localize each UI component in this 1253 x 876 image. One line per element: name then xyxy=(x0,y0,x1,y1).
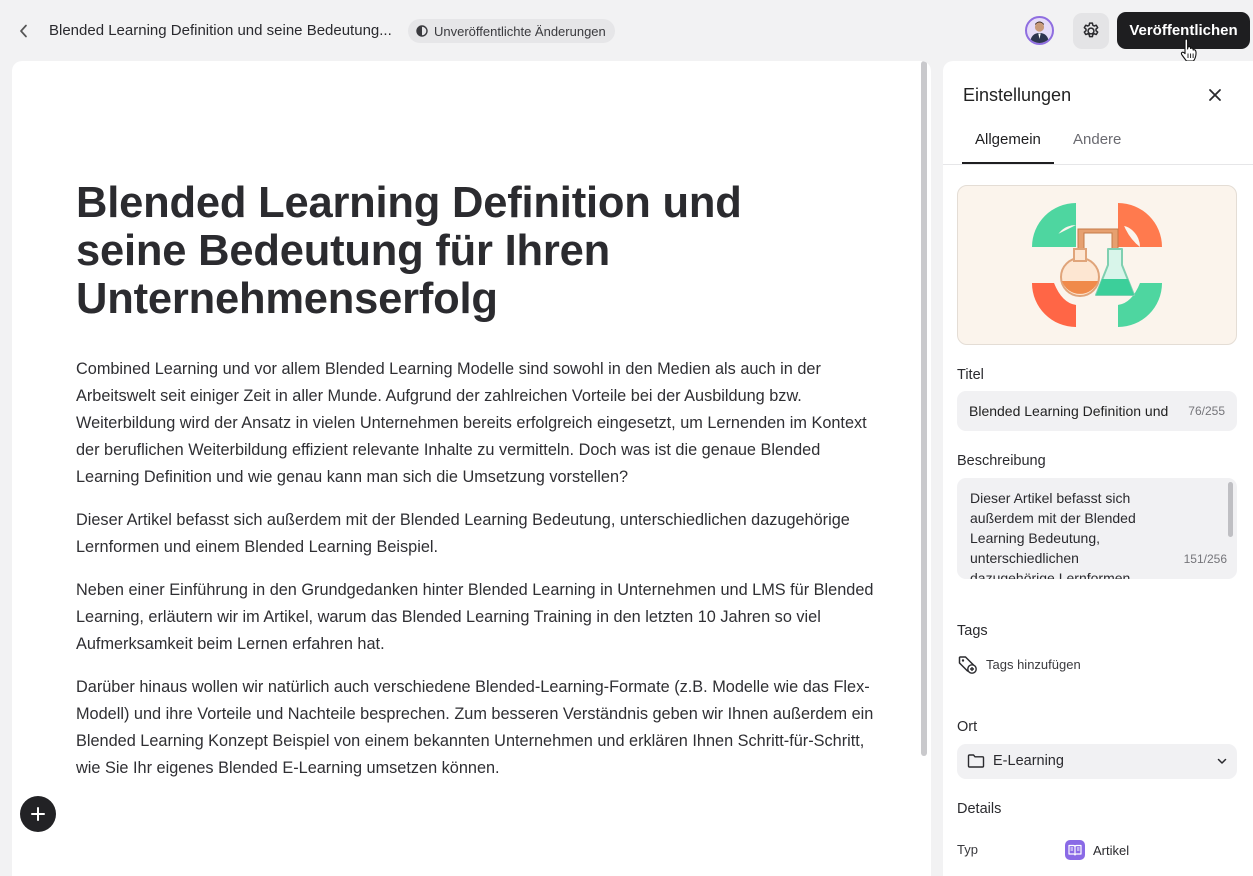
status-text: Unveröffentlichte Änderungen xyxy=(434,23,606,39)
title-char-count: 76/255 xyxy=(1188,404,1225,418)
close-button[interactable] xyxy=(1205,85,1225,105)
location-select[interactable]: E-Learning xyxy=(957,744,1237,779)
chevron-left-icon xyxy=(20,24,27,38)
paragraph[interactable]: Dieser Artikel befasst sich außerdem mit… xyxy=(76,507,876,561)
settings-panel: Einstellungen Allgemein Andere Titel Ble… xyxy=(943,61,1253,876)
description-label: Beschreibung xyxy=(957,453,1046,469)
add-block-button[interactable] xyxy=(20,796,56,832)
back-button[interactable] xyxy=(12,18,36,44)
location-value: E-Learning xyxy=(993,753,1064,769)
type-label: Typ xyxy=(957,842,978,857)
cover-image[interactable] xyxy=(957,185,1237,345)
tab-other[interactable]: Andere xyxy=(1073,131,1121,148)
chevron-down-icon xyxy=(1217,758,1227,764)
paragraph[interactable]: Neben einer Einführung in den Grundgedan… xyxy=(76,577,876,658)
title-field-value[interactable]: Blended Learning Definition und seine Be… xyxy=(969,403,1169,419)
paragraph[interactable]: Combined Learning und vor allem Blended … xyxy=(76,356,876,491)
description-field-value[interactable]: Dieser Artikel befasst sich außerdem mit… xyxy=(970,488,1150,579)
close-icon xyxy=(1209,89,1221,101)
tags-label: Tags xyxy=(957,623,988,639)
description-scrollbar[interactable] xyxy=(1228,482,1233,537)
settings-button[interactable] xyxy=(1073,13,1109,49)
title-label: Titel xyxy=(957,367,984,383)
gear-icon xyxy=(1083,22,1099,38)
top-bar: Blended Learning Definition und seine Be… xyxy=(0,0,1253,62)
active-tab-indicator xyxy=(962,162,1054,164)
article-title[interactable]: Blended Learning Definition und seine Be… xyxy=(76,179,836,323)
editor-canvas[interactable]: Blended Learning Definition und seine Be… xyxy=(12,61,931,876)
add-tags-label: Tags hinzufügen xyxy=(986,656,1081,672)
tab-general[interactable]: Allgemein xyxy=(975,131,1041,148)
location-label: Ort xyxy=(957,719,978,735)
person-icon xyxy=(1030,21,1049,43)
paragraph[interactable]: Darüber hinaus wollen wir natürlich auch… xyxy=(76,674,876,782)
editor-scrollbar[interactable] xyxy=(921,61,927,756)
panel-title: Einstellungen xyxy=(963,85,1072,105)
plus-icon xyxy=(31,807,45,821)
chemistry-flask-illustration xyxy=(1032,203,1162,327)
type-value: Artikel xyxy=(1065,840,1129,860)
publish-button[interactable]: Veröffentlichen xyxy=(1117,12,1250,49)
description-char-count: 151/256 xyxy=(1183,552,1227,566)
details-label: Details xyxy=(957,801,1002,817)
document-title: Blended Learning Definition und seine Be… xyxy=(49,22,392,39)
tabs-divider xyxy=(943,164,1253,165)
article-body[interactable]: Combined Learning und vor allem Blended … xyxy=(76,356,876,798)
type-value-text: Artikel xyxy=(1093,842,1130,858)
avatar[interactable] xyxy=(1025,16,1054,45)
book-icon xyxy=(1065,840,1085,860)
title-field[interactable]: Blended Learning Definition und seine Be… xyxy=(957,391,1237,431)
tag-add-icon xyxy=(958,656,977,674)
add-tags-button[interactable]: Tags hinzufügen xyxy=(957,654,1081,674)
status-badge: Unveröffentlichte Änderungen xyxy=(408,19,615,43)
folder-icon xyxy=(967,754,985,768)
half-circle-icon xyxy=(416,25,428,37)
description-field[interactable]: Dieser Artikel befasst sich außerdem mit… xyxy=(957,478,1237,579)
